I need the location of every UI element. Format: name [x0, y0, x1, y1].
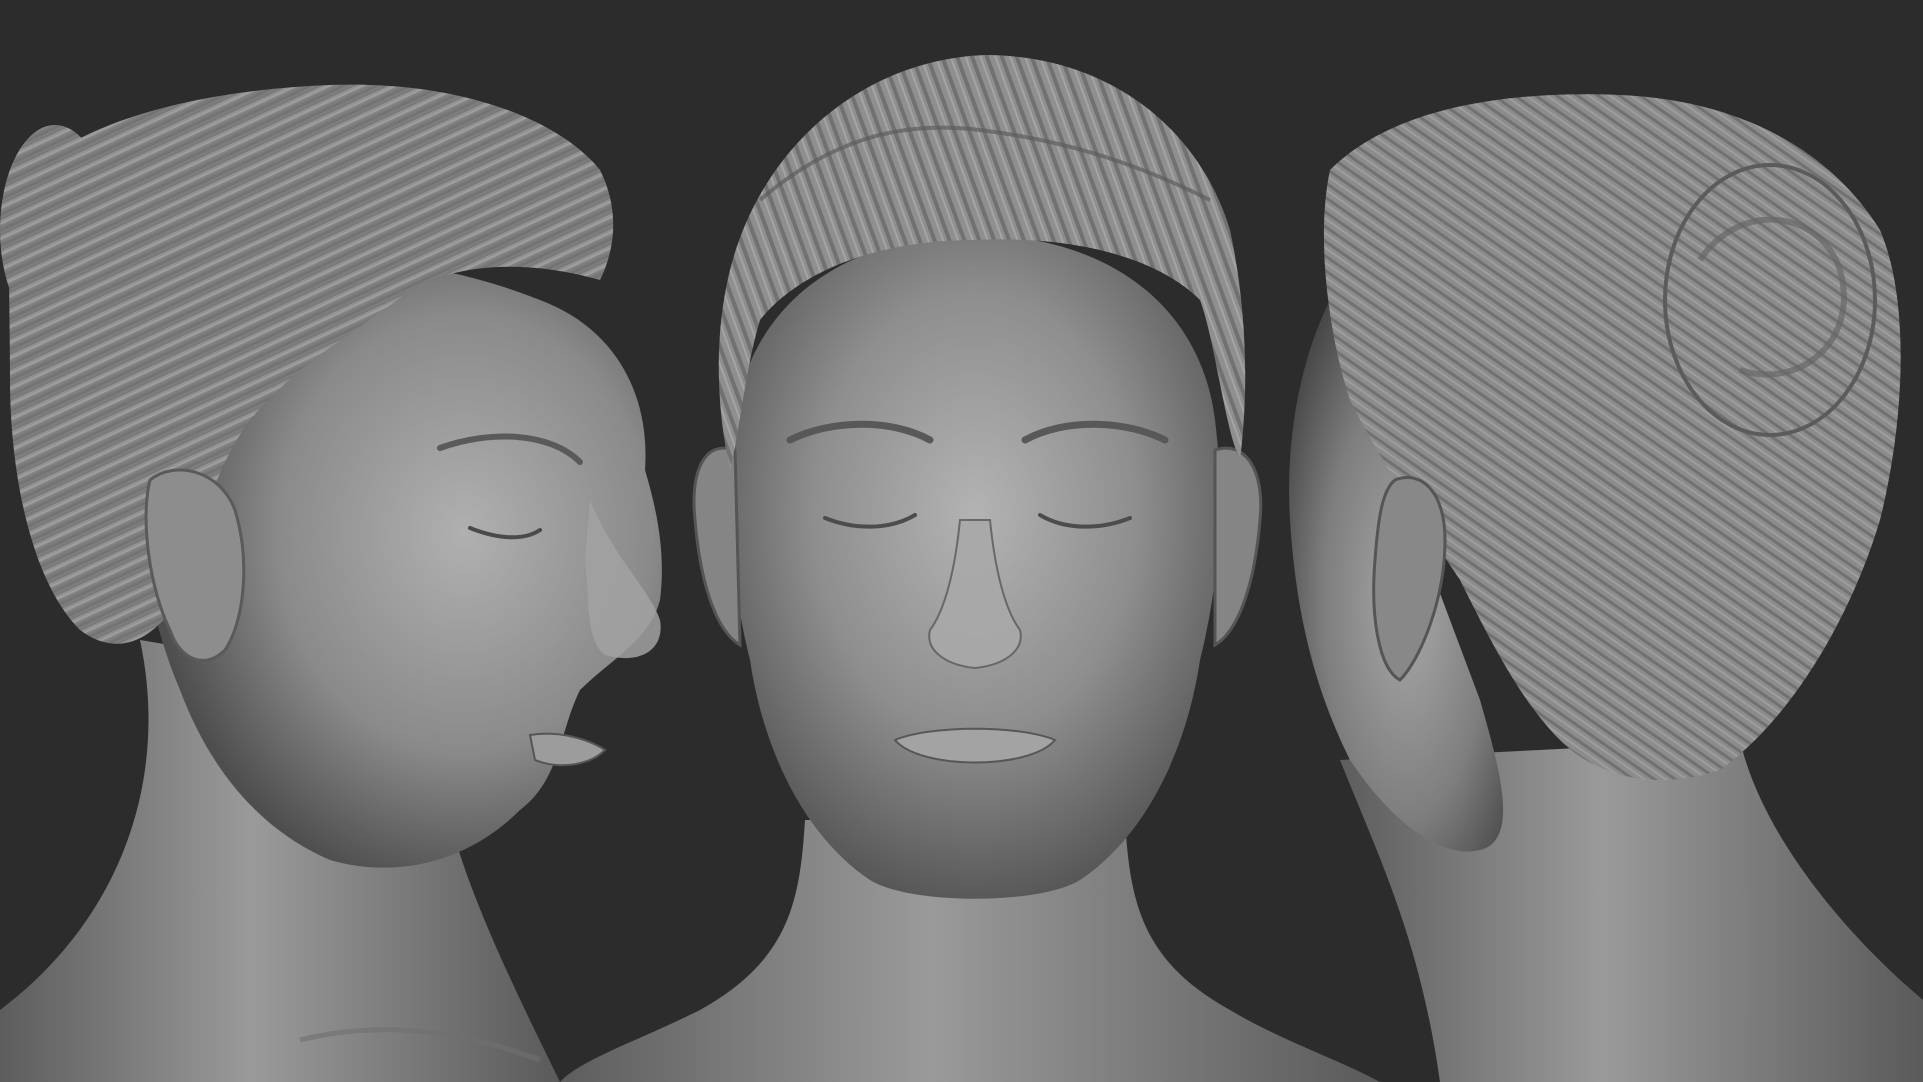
front-ear-right	[1213, 446, 1263, 648]
front-ear-left	[692, 446, 742, 648]
head-three-quarter-left	[0, 84, 662, 1082]
sculpt-viewport	[0, 0, 1923, 1082]
head-back-three-quarter-right	[1289, 94, 1923, 1082]
head-front	[560, 55, 1380, 1082]
left-lips	[528, 732, 607, 767]
left-hair-bun	[0, 125, 110, 335]
sculpt-render	[0, 55, 1923, 1082]
